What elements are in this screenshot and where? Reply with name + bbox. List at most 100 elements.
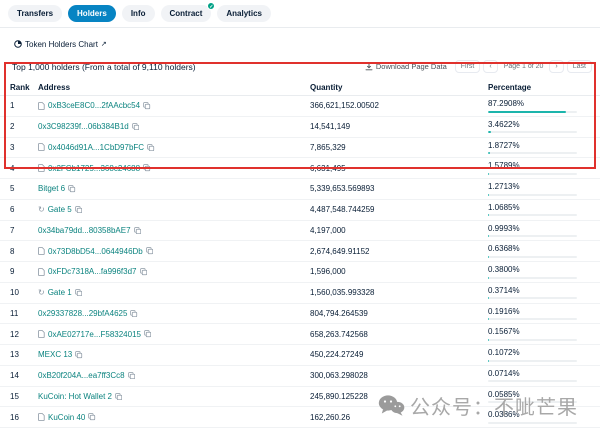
percentage-progress-bar (488, 152, 577, 154)
pagination-next-button[interactable]: › (549, 60, 563, 73)
copy-address-icon[interactable] (115, 393, 123, 401)
copy-address-icon[interactable] (128, 372, 136, 380)
row-quantity: 658,263.742568 (310, 330, 488, 339)
copy-address-icon[interactable] (147, 144, 155, 152)
row-rank: 10 (10, 288, 38, 297)
address-link[interactable]: 0xB20f204A...ea7ff3Cc8 (38, 371, 125, 380)
row-percentage-cell: 1.2713% (488, 182, 600, 196)
copy-address-icon[interactable] (88, 413, 96, 421)
copy-address-icon[interactable] (146, 247, 154, 255)
address-link[interactable]: KuCoin 40 (48, 413, 85, 422)
row-percentage: 0.3800% (488, 265, 577, 274)
row-address-cell: Bitget 6 (38, 184, 310, 193)
address-link[interactable]: MEXC 13 (38, 350, 72, 359)
chart-link-label: Token Holders Chart (25, 40, 98, 49)
copy-address-icon[interactable] (75, 206, 83, 214)
row-percentage: 0.3714% (488, 286, 577, 295)
address-link[interactable]: 0xFDc7318A...fa996f3d7 (48, 267, 137, 276)
pagination: First ‹ Page 1 of 20 › Last (455, 60, 592, 73)
table-row: 20x3C98239f...06b384B1d14,541,1493.4622% (0, 117, 600, 138)
pagination-first-button[interactable]: First (455, 60, 481, 73)
pagination-last-button[interactable]: Last (567, 60, 592, 73)
address-link[interactable]: 0x34ba79dd...80358bAE7 (38, 226, 131, 235)
subheader: Token Holders Chart ↗ (0, 28, 600, 55)
row-quantity: 1,560,035.993328 (310, 288, 488, 297)
table-row: 110x29337828...29bfA4625804,794.2645390.… (0, 304, 600, 325)
copy-address-icon[interactable] (140, 268, 148, 276)
address-link[interactable]: 0xB3ceE8C0...2fAAcbc54 (48, 101, 140, 110)
contract-file-icon (38, 143, 45, 151)
token-holders-chart-link[interactable]: Token Holders Chart ↗ (14, 40, 107, 49)
contract-file-icon (38, 247, 45, 255)
percentage-progress-bar (488, 173, 577, 175)
pagination-prev-button[interactable]: ‹ (483, 60, 497, 73)
copy-address-icon[interactable] (134, 227, 142, 235)
address-link[interactable]: 0xAE02717e...F58324015 (48, 330, 141, 339)
row-quantity: 4,487,548.744259 (310, 205, 488, 214)
contract-file-icon (38, 268, 45, 276)
row-quantity: 1,596,000 (310, 267, 488, 276)
row-percentage-cell: 3.4622% (488, 120, 600, 134)
column-header-quantity: Quantity (310, 83, 488, 92)
percentage-progress-bar (488, 214, 577, 216)
tab-bar: Transfers Holders Info Contract ✓ Analyti… (0, 0, 600, 28)
row-rank: 9 (10, 267, 38, 276)
row-address-cell: 0xAE02717e...F58324015 (38, 330, 310, 339)
row-percentage: 87.2908% (488, 99, 577, 108)
tab-contract-label: Contract (170, 9, 203, 18)
copy-address-icon[interactable] (68, 185, 76, 193)
copy-address-icon[interactable] (75, 351, 83, 359)
row-percentage: 1.8727% (488, 141, 577, 150)
percentage-progress-bar (488, 360, 577, 362)
row-percentage: 0.6368% (488, 244, 577, 253)
contract-file-icon (38, 330, 45, 338)
table-row: 120xAE02717e...F58324015658,263.7425680.… (0, 324, 600, 345)
row-rank: 8 (10, 247, 38, 256)
copy-address-icon[interactable] (75, 289, 83, 297)
tab-transfers[interactable]: Transfers (8, 5, 62, 22)
address-link[interactable]: 0x29337828...29bfA4625 (38, 309, 127, 318)
percentage-progress-bar (488, 235, 577, 237)
copy-address-icon[interactable] (132, 123, 140, 131)
row-percentage-cell: 0.1567% (488, 327, 600, 341)
address-link[interactable]: 0x4046d91A...1CbD97bFC (48, 143, 144, 152)
address-link[interactable]: Bitget 6 (38, 184, 65, 193)
tab-contract[interactable]: Contract ✓ (161, 5, 212, 22)
copy-address-icon[interactable] (143, 164, 151, 172)
copy-address-icon[interactable] (143, 102, 151, 110)
row-quantity: 5,339,653.569893 (310, 184, 488, 193)
row-rank: 15 (10, 392, 38, 401)
row-address-cell: 0x4046d91A...1CbD97bFC (38, 143, 310, 152)
row-rank: 4 (10, 164, 38, 173)
percentage-progress-fill (488, 111, 566, 113)
pagination-page-indicator: Page 1 of 20 (501, 61, 547, 72)
column-header-percentage: Percentage (488, 83, 600, 92)
tab-holders[interactable]: Holders (68, 5, 116, 22)
table-row: 13MEXC 13450,224.272490.1072% (0, 345, 600, 366)
table-row: 70x34ba79dd...80358bAE74,197,0000.9993% (0, 221, 600, 242)
percentage-progress-fill (488, 214, 489, 216)
verified-badge-icon: ✓ (207, 2, 215, 10)
row-quantity: 7,865,329 (310, 143, 488, 152)
address-link[interactable]: 0x2FCb1725...368c24688 (48, 164, 140, 173)
column-header-address: Address (38, 83, 310, 92)
row-rank: 6 (10, 205, 38, 214)
row-quantity: 300,063.298028 (310, 371, 488, 380)
address-link[interactable]: 0x73D8bD54...0644946Db (48, 247, 143, 256)
table-row: 10xB3ceE8C0...2fAAcbc54366,621,152.00502… (0, 96, 600, 117)
address-link[interactable]: Gate 1 (48, 288, 72, 297)
row-rank: 13 (10, 350, 38, 359)
row-percentage-cell: 0.9993% (488, 224, 600, 238)
address-link[interactable]: Gate 5 (48, 205, 72, 214)
table-row: 10↻Gate 11,560,035.9933280.3714% (0, 283, 600, 304)
copy-address-icon[interactable] (130, 310, 138, 318)
download-page-data-button[interactable]: Download Page Data (365, 62, 447, 71)
tab-info[interactable]: Info (122, 5, 155, 22)
percentage-progress-bar (488, 380, 577, 382)
address-link[interactable]: KuCoin: Hot Wallet 2 (38, 392, 112, 401)
tab-analytics[interactable]: Analytics (217, 5, 271, 22)
address-link[interactable]: 0x3C98239f...06b384B1d (38, 122, 129, 131)
copy-address-icon[interactable] (144, 330, 152, 338)
watermark: 公众号：不呲芒果 (378, 391, 578, 420)
row-quantity: 804,794.264539 (310, 309, 488, 318)
